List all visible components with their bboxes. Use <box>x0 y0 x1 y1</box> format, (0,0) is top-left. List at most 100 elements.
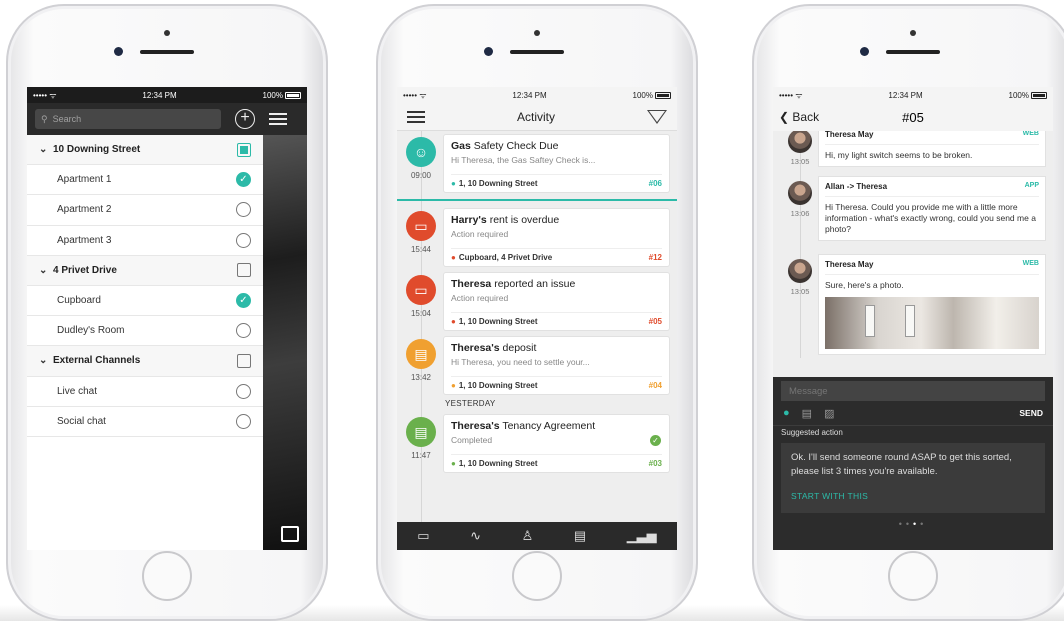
list-item[interactable]: Apartment 1 ✓ <box>27 165 263 196</box>
send-button[interactable]: SEND <box>1019 408 1043 418</box>
location-pin-icon: ● <box>451 317 456 326</box>
list-item[interactable]: Dudley's Room <box>27 316 263 347</box>
activity-subtitle: Completed <box>451 435 493 445</box>
group-checkbox[interactable] <box>237 263 251 278</box>
battery-indicator: 100% <box>633 91 671 100</box>
activity-location: 1, 10 Downing Street <box>458 459 538 468</box>
radio-button[interactable] <box>236 383 251 399</box>
activity-title-bold: Gas <box>451 140 471 152</box>
menu-icon[interactable] <box>269 113 287 125</box>
check-icon[interactable]: ✓ <box>236 293 251 309</box>
activity-card[interactable]: Theresa's Tenancy Agreement Completed ✓ ● 1,… <box>444 415 669 472</box>
suggested-action-card[interactable]: Ok. I'll send someone round ASAP to get … <box>781 443 1045 513</box>
location-pin-icon: ● <box>451 459 456 468</box>
chevron-down-icon: ⌄ <box>39 264 48 276</box>
group-row[interactable]: ⌄ 10 Downing Street <box>27 135 263 166</box>
chat-icon[interactable]: ▭ <box>417 528 429 544</box>
list-item[interactable]: Apartment 3 <box>27 226 263 256</box>
activity-item[interactable]: ☺ 09:00 Gas Safety Check Due Hi Theresa, th… <box>397 131 677 195</box>
activity-item[interactable]: ▭ 15:04 Theresa reported an issue Action re… <box>397 269 677 333</box>
page-dot[interactable]: • <box>899 519 906 529</box>
battery-indicator: 100% <box>263 91 301 100</box>
home-button[interactable] <box>142 551 192 601</box>
activity-icon[interactable]: ∿ <box>470 528 481 544</box>
message-header: Theresa May WEB <box>825 260 1039 269</box>
activity-title-bold: Theresa's <box>451 420 500 432</box>
radio-button[interactable] <box>236 323 251 339</box>
location-icon[interactable]: ● <box>783 407 790 419</box>
chevron-left-icon: ❮ <box>779 110 790 124</box>
message-bubble: Theresa May WEB Sure, here's a photo. <box>819 255 1045 354</box>
person-icon[interactable]: ♙ <box>522 528 534 544</box>
activity-card[interactable]: Gas Safety Check Due Hi Theresa, the Gas … <box>444 135 669 192</box>
earpiece-speaker <box>140 50 194 54</box>
activity-title: Harry's rent is overdue <box>451 214 662 226</box>
activity-card[interactable]: Theresa's deposit Hi Theresa, you need to… <box>444 337 669 394</box>
page-indicator: •••• <box>773 519 1053 529</box>
list-item[interactable]: Cupboard ✓ <box>27 286 263 317</box>
activity-footer: ● 1, 10 Downing Street #03 <box>451 454 662 468</box>
page-dot[interactable]: • <box>906 519 913 529</box>
proximity-sensor <box>910 30 916 36</box>
page-title: Activity <box>516 109 555 124</box>
status-bar: ••••• ᯤ 12:34 PM 100% <box>27 87 307 103</box>
activity-time: 13:42 <box>410 373 432 382</box>
activity-ref: #05 <box>648 317 662 326</box>
page-dot[interactable]: • <box>920 519 927 529</box>
menu-icon[interactable] <box>407 110 425 123</box>
add-icon[interactable]: + <box>235 109 255 129</box>
nav-bar: Activity <box>397 103 677 131</box>
search-input[interactable]: ⚲ Search <box>35 109 221 129</box>
activity-item[interactable]: ▭ 15:44 Harry's rent is overdue Action requ… <box>397 205 677 269</box>
message-header: Allan -> Theresa APP <box>825 182 1039 191</box>
list-item[interactable]: Apartment 2 <box>27 195 263 226</box>
activity-type-icon: ▭ <box>406 275 436 305</box>
avatar <box>788 181 812 205</box>
chat-icon[interactable] <box>281 526 299 542</box>
back-button[interactable]: ❮ Back <box>779 110 839 124</box>
phone-channels: ••••• ᯤ 12:34 PM 100% ⚲ Search + ⌄ 10 Dow… <box>6 4 328 621</box>
message-time: 13:05 <box>790 157 810 166</box>
composer-panel: ● ▤ ▨ SEND Suggested action Ok. I'll sen… <box>773 377 1053 550</box>
back-label: Back <box>792 110 820 124</box>
radio-button[interactable] <box>236 413 251 429</box>
list-item[interactable]: Live chat <box>27 377 263 407</box>
activity-item[interactable]: ▤ 11:47 Theresa's Tenancy Agreement Complet… <box>397 411 677 475</box>
proximity-sensor <box>534 30 540 36</box>
chevron-down-icon: ⌄ <box>39 144 48 156</box>
message-sender: Allan -> Theresa <box>825 182 888 191</box>
radio-button[interactable] <box>236 232 251 248</box>
activity-subtitle: Action required <box>451 229 509 239</box>
group-checkbox[interactable] <box>237 142 251 157</box>
radio-button[interactable] <box>236 202 251 218</box>
item-label: Cupboard <box>57 295 101 307</box>
start-with-this-button[interactable]: START WITH THIS <box>791 491 1035 501</box>
home-button[interactable] <box>888 551 938 601</box>
activity-title-bold: Harry's <box>451 214 487 226</box>
background-photo <box>263 135 307 550</box>
document-icon[interactable]: ▤ <box>802 407 812 420</box>
activity-title-rest: Tenancy Agreement <box>499 420 596 432</box>
group-checkbox[interactable] <box>237 353 251 368</box>
status-time: 12:34 PM <box>512 90 547 100</box>
activity-item[interactable]: ▤ 13:42 Theresa's deposit Hi Theresa, you n… <box>397 333 677 397</box>
filter-icon[interactable] <box>647 109 667 124</box>
location-pin-icon: ● <box>451 253 456 262</box>
carrier-signal: ••••• ᯤ <box>33 90 57 100</box>
activity-card[interactable]: Theresa reported an issue Action required… <box>444 273 669 330</box>
message-input[interactable] <box>781 381 1045 401</box>
group-row[interactable]: ⌄ 4 Privet Drive <box>27 255 263 286</box>
stats-icon[interactable]: ▁▃▅ <box>627 528 657 544</box>
battery-icon <box>285 91 301 99</box>
list-item[interactable]: Social chat <box>27 407 263 437</box>
home-button[interactable] <box>512 551 562 601</box>
light-switch <box>865 305 875 337</box>
document-icon[interactable]: ▤ <box>574 528 586 544</box>
activity-card[interactable]: Harry's rent is overdue Action required ● C… <box>444 209 669 266</box>
activity-title: Gas Safety Check Due <box>451 140 662 152</box>
attached-photo[interactable] <box>825 297 1039 349</box>
check-icon[interactable]: ✓ <box>236 172 251 188</box>
message-bubble: Allan -> Theresa APP Hi Theresa. Could you… <box>819 177 1045 240</box>
image-icon[interactable]: ▨ <box>824 407 834 420</box>
group-row[interactable]: ⌄ External Channels <box>27 346 263 377</box>
